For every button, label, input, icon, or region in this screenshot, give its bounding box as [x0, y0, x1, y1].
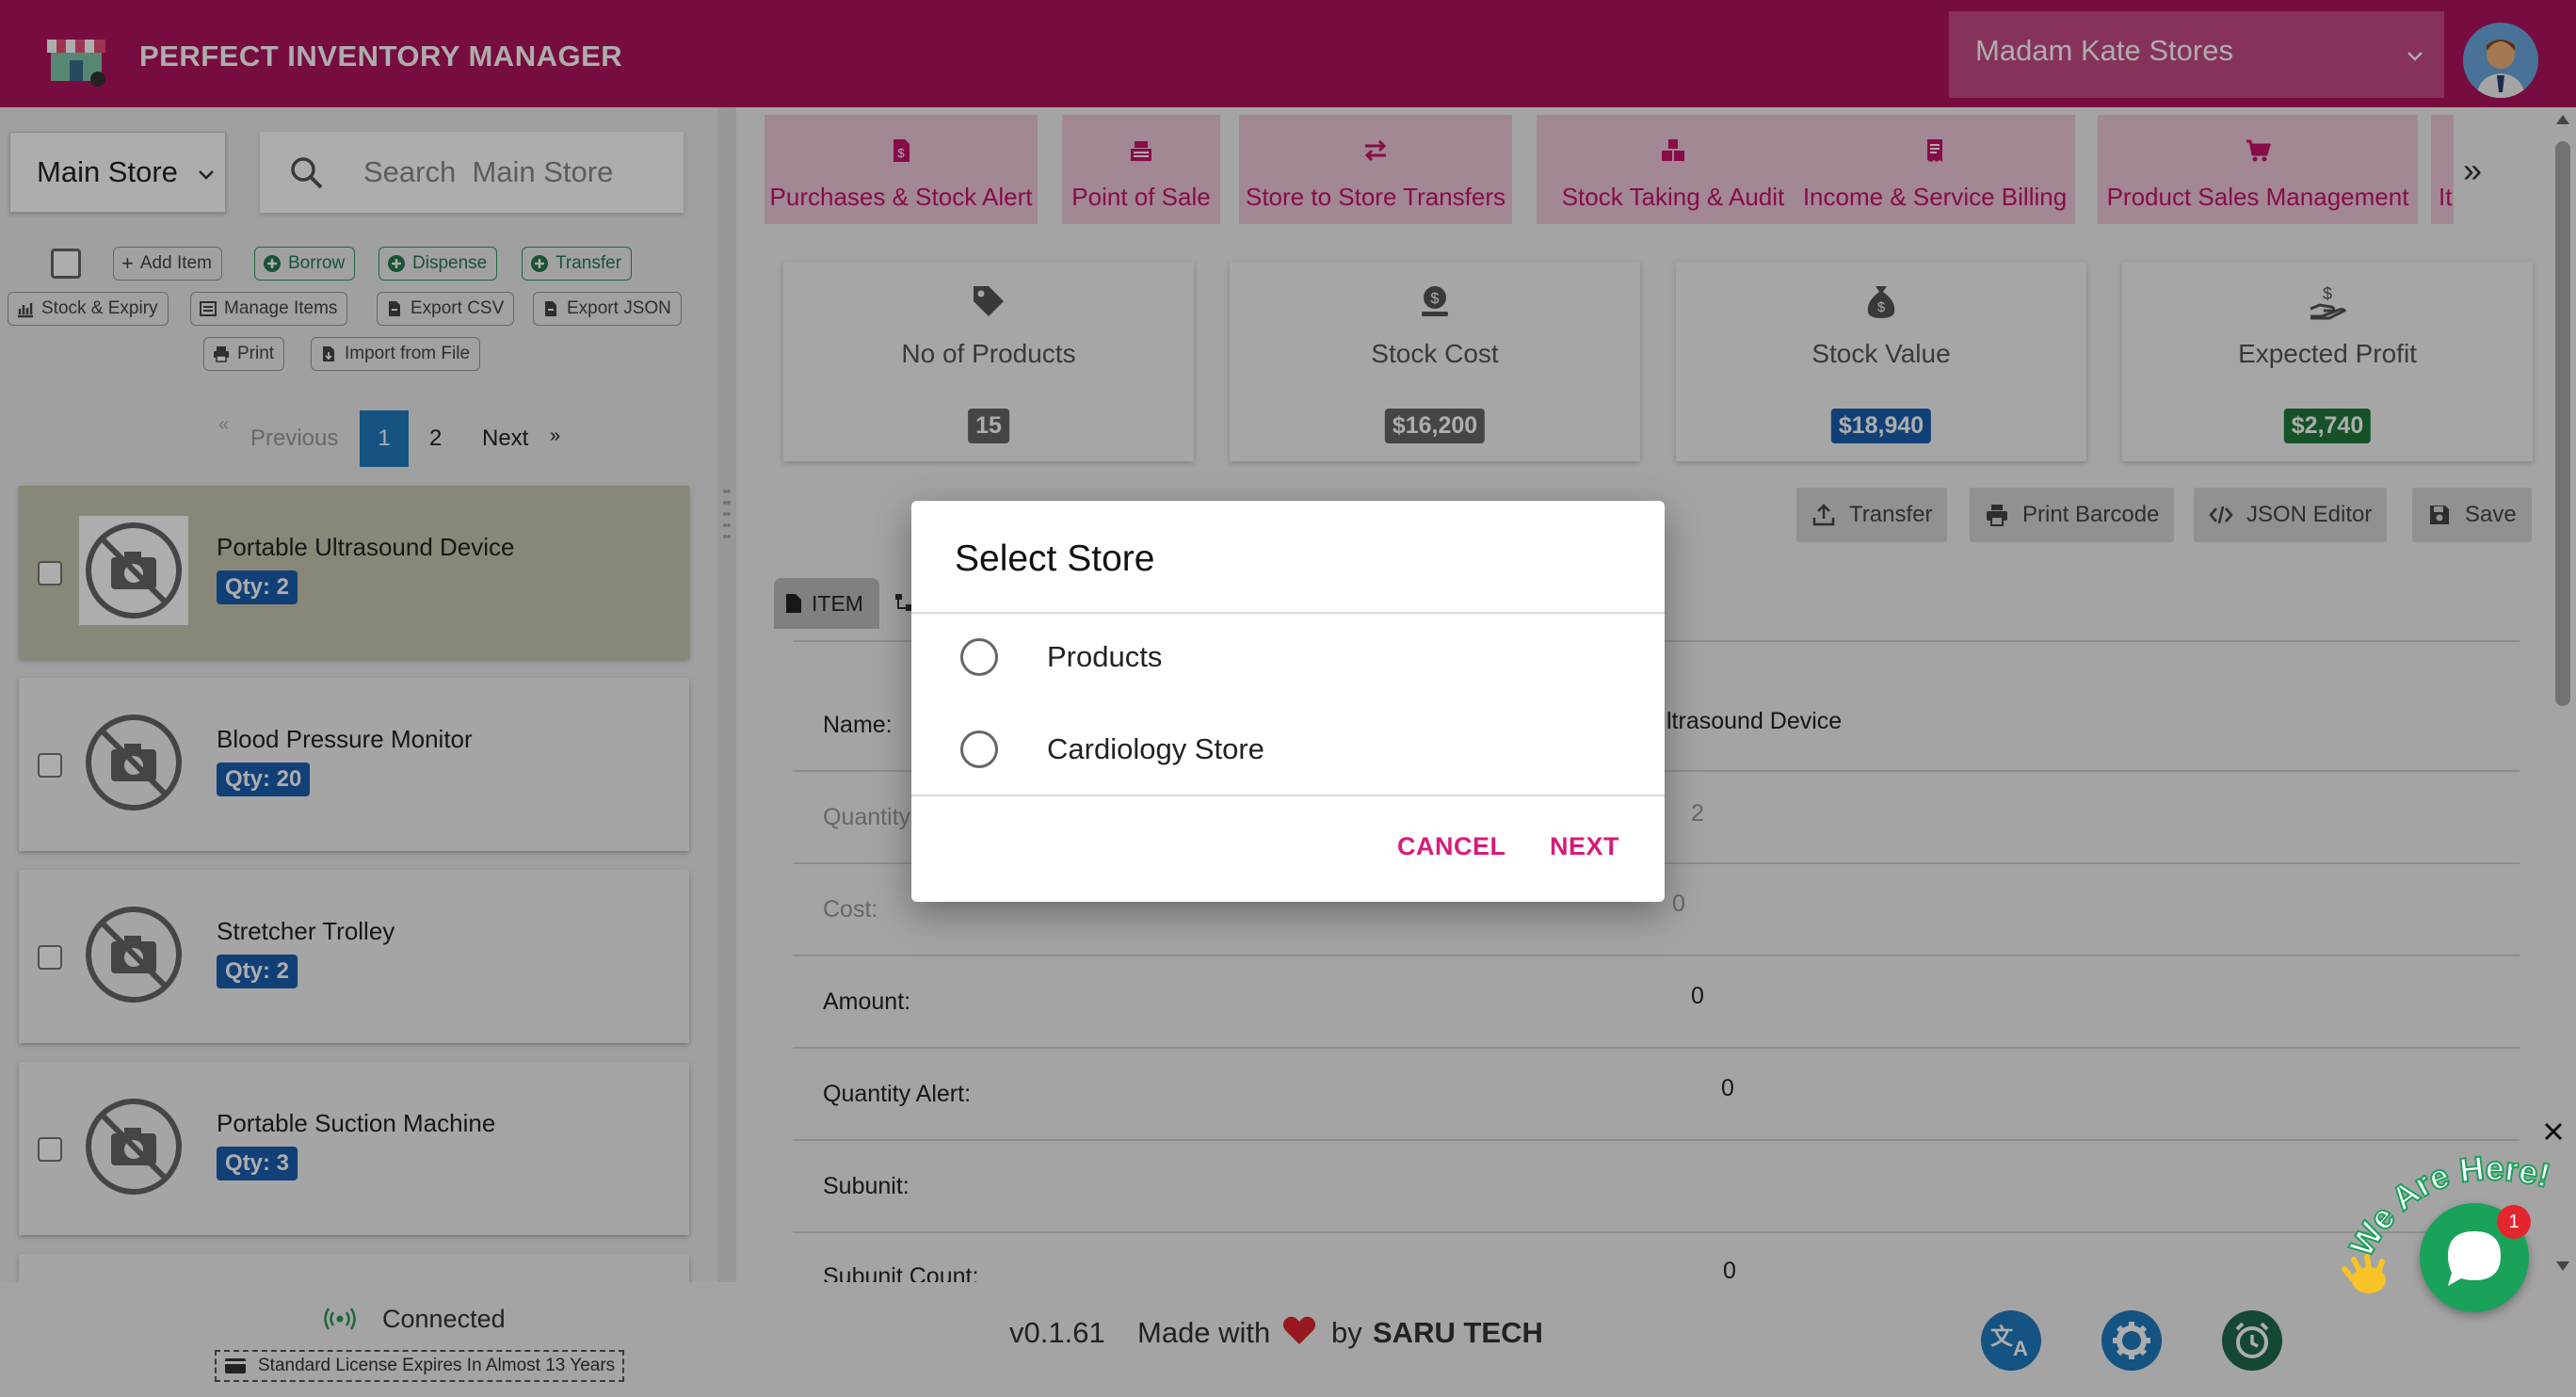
- select-store-dialog: Select Store Products Cardiology Store C…: [911, 501, 1665, 902]
- divider: [911, 795, 1665, 796]
- divider: [911, 612, 1665, 614]
- waving-hand-icon: [2342, 1254, 2386, 1293]
- dialog-title: Select Store: [955, 538, 1155, 579]
- option-cardiology-store-label[interactable]: Cardiology Store: [1047, 732, 1264, 766]
- chat-unread-badge: 1: [2497, 1205, 2531, 1239]
- next-button[interactable]: NEXT: [1550, 832, 1619, 861]
- cancel-button[interactable]: CANCEL: [1397, 832, 1506, 861]
- option-products-label[interactable]: Products: [1047, 640, 1162, 674]
- radio-products[interactable]: [960, 638, 998, 676]
- radio-cardiology-store[interactable]: [960, 731, 998, 768]
